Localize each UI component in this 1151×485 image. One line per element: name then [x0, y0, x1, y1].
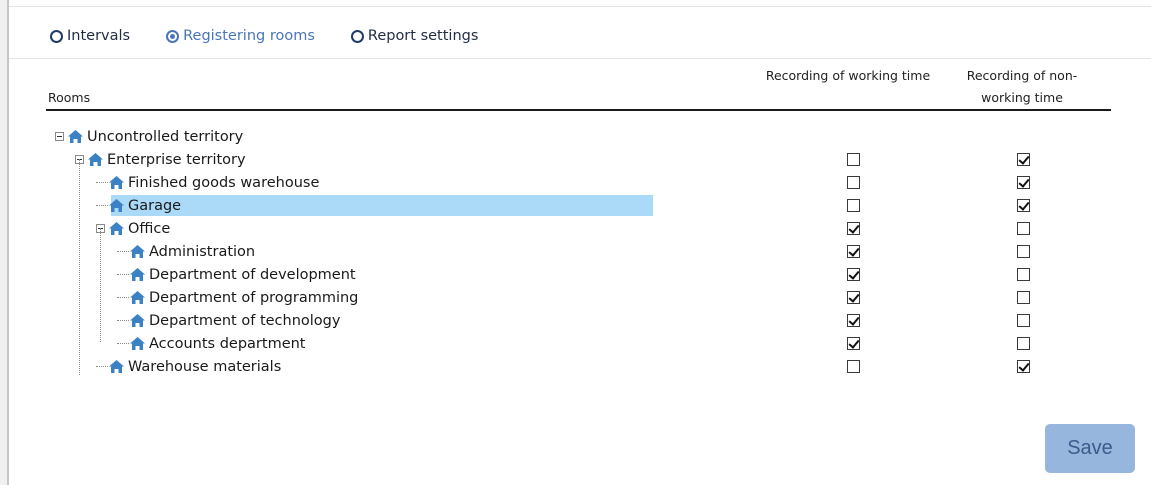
room-label-group: Administration: [117, 240, 255, 263]
room-label-group: Department of technology: [117, 309, 340, 332]
room-label-group: Uncontrolled territory: [55, 125, 243, 148]
room-row[interactable]: Accounts department: [0, 332, 1151, 355]
house-icon: [129, 267, 146, 282]
radio-icon[interactable]: [350, 29, 364, 43]
room-name: Department of programming: [149, 289, 359, 306]
header-underline: [46, 109, 1111, 111]
non-working-time-checkbox[interactable]: [1017, 314, 1030, 327]
room-name: Finished goods warehouse: [128, 174, 320, 191]
house-icon: [108, 359, 125, 374]
non-working-time-checkbox[interactable]: [1017, 268, 1030, 281]
save-button[interactable]: Save: [1045, 424, 1135, 473]
room-name: Warehouse materials: [128, 358, 282, 375]
room-row[interactable]: Warehouse materials: [0, 355, 1151, 378]
room-row[interactable]: Enterprise territory: [0, 148, 1151, 171]
working-time-checkbox[interactable]: [847, 176, 860, 189]
top-divider: [9, 6, 1151, 7]
room-label-group: Accounts department: [117, 332, 306, 355]
room-name: Garage: [128, 197, 182, 214]
working-time-checkbox[interactable]: [847, 153, 860, 166]
room-label-group: Department of programming: [117, 286, 358, 309]
non-working-time-column-header: Recording of non-working time: [966, 68, 1078, 105]
room-label-group: Office: [96, 217, 170, 240]
tree-guide-line: [100, 228, 101, 342]
tree-connector: [96, 205, 108, 206]
non-working-time-checkbox[interactable]: [1017, 337, 1030, 350]
selection-highlight: [111, 195, 653, 216]
room-row[interactable]: Administration: [0, 240, 1151, 263]
room-label-group: Enterprise territory: [75, 148, 246, 171]
room-name: Uncontrolled territory: [87, 128, 244, 145]
working-time-checkbox[interactable]: [847, 314, 860, 327]
tree-connector: [117, 274, 129, 275]
non-working-time-checkbox[interactable]: [1017, 199, 1030, 212]
house-icon: [129, 336, 146, 351]
room-row[interactable]: Office: [0, 217, 1151, 240]
house-icon: [108, 175, 125, 190]
radio-icon[interactable]: [50, 29, 63, 43]
working-time-checkbox[interactable]: [847, 291, 860, 304]
house-icon: [67, 129, 84, 144]
tree-connector: [96, 182, 108, 183]
house-icon: [129, 290, 146, 305]
tree-connector: [117, 251, 129, 252]
house-icon: [87, 152, 104, 167]
tree-guide-line: [79, 159, 80, 375]
non-working-time-checkbox[interactable]: [1017, 291, 1030, 304]
tab-label: Registering rooms: [183, 28, 315, 44]
room-label-group: Department of development: [117, 263, 356, 286]
room-row[interactable]: Department of technology: [0, 309, 1151, 332]
room-row[interactable]: Department of development: [0, 263, 1151, 286]
working-time-checkbox[interactable]: [847, 245, 860, 258]
working-time-column-header: Recording of working time: [765, 68, 931, 83]
tabs-divider: [9, 58, 1151, 59]
view-tabs: Intervals Registering rooms Report setti…: [50, 24, 514, 48]
working-time-checkbox[interactable]: [847, 268, 860, 281]
working-time-checkbox[interactable]: [847, 199, 860, 212]
house-icon: [108, 198, 125, 213]
collapse-icon[interactable]: [55, 132, 64, 141]
non-working-time-checkbox[interactable]: [1017, 222, 1030, 235]
working-time-checkbox[interactable]: [847, 222, 860, 235]
room-name: Department of development: [149, 266, 356, 283]
tab-intervals[interactable]: Intervals: [50, 28, 130, 44]
tab-registering-rooms[interactable]: Registering rooms: [166, 28, 315, 44]
room-name: Office: [128, 220, 171, 237]
house-icon: [129, 244, 146, 259]
working-time-checkbox[interactable]: [847, 360, 860, 373]
room-name: Department of technology: [149, 312, 341, 329]
room-row[interactable]: Uncontrolled territory: [0, 125, 1151, 148]
non-working-time-checkbox[interactable]: [1017, 245, 1030, 258]
house-icon: [129, 313, 146, 328]
tab-label: Report settings: [367, 28, 479, 44]
room-name: Administration: [149, 243, 256, 260]
tab-label: Intervals: [67, 28, 131, 44]
tree-connector: [117, 320, 129, 321]
room-row[interactable]: Department of programming: [0, 286, 1151, 309]
tab-report-settings[interactable]: Report settings: [350, 28, 479, 44]
tree-connector: [117, 343, 129, 344]
non-working-time-checkbox[interactable]: [1017, 153, 1030, 166]
radio-selected-icon[interactable]: [166, 29, 180, 43]
room-label-group: Finished goods warehouse: [96, 171, 319, 194]
room-label-group: Garage: [96, 194, 181, 217]
tree-connector: [117, 297, 129, 298]
room-label-group: Warehouse materials: [96, 355, 281, 378]
working-time-checkbox[interactable]: [847, 337, 860, 350]
tree-connector: [96, 366, 108, 367]
room-name: Accounts department: [149, 335, 306, 352]
non-working-time-checkbox[interactable]: [1017, 360, 1030, 373]
house-icon: [108, 221, 125, 236]
non-working-time-checkbox[interactable]: [1017, 176, 1030, 189]
room-row[interactable]: Finished goods warehouse: [0, 171, 1151, 194]
room-row[interactable]: Garage: [0, 194, 1151, 217]
room-name: Enterprise territory: [107, 151, 246, 168]
rooms-column-header: Rooms: [48, 90, 91, 105]
